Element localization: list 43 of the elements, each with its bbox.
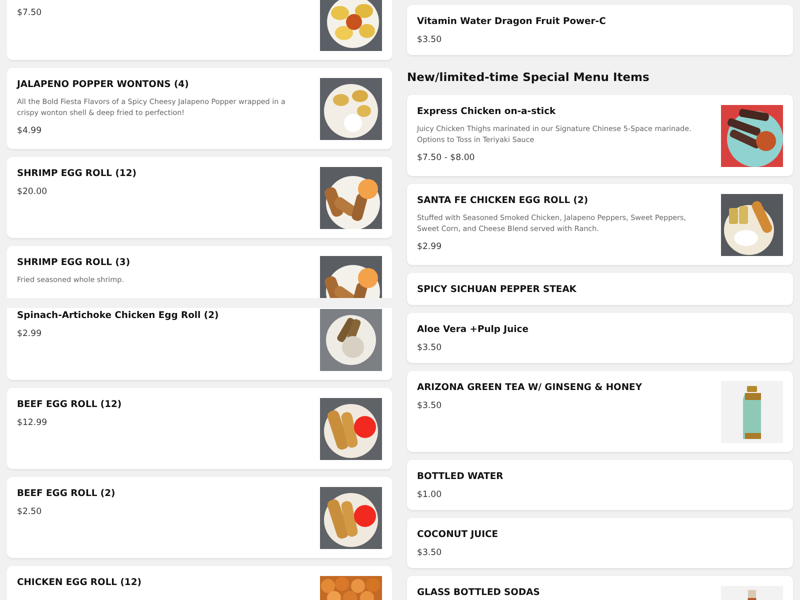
menu-card[interactable]: Spinach-Artichoke Chicken Egg Roll (2) $2.99: [7, 308, 392, 380]
item-price: $2.99: [417, 241, 443, 253]
item-name: SANTA FE CHICKEN EGG ROLL (2): [417, 195, 590, 207]
section-heading: New/limited-time Special Menu Items: [407, 69, 650, 85]
item-price: $3.50: [417, 34, 443, 46]
item-name: BOTTLED WATER: [417, 471, 504, 483]
menu-card[interactable]: CHICKEN EGG ROLL (12): [7, 566, 392, 600]
item-price: $1.00: [417, 489, 443, 501]
item-name: COCONUT JUICE: [417, 529, 500, 541]
item-name: ARIZONA GREEN TEA W/ GINSENG & HONEY: [417, 382, 643, 394]
item-name: GLASS BOTTLED SODAS: [417, 587, 541, 599]
menu-card[interactable]: Vitamin Water Dragon Fruit Power-C $3.50: [407, 5, 793, 55]
item-name: Spinach-Artichoke Chicken Egg Roll (2): [17, 310, 220, 322]
item-name: CHICKEN EGG ROLL (12): [17, 577, 142, 589]
item-price: $2.50: [17, 506, 43, 518]
item-name: Express Chicken on-a-stick: [417, 106, 557, 118]
item-price: $7.50 - $8.00: [417, 152, 476, 164]
item-price: $7.50: [17, 7, 43, 19]
item-price: $20.00: [17, 186, 48, 198]
item-price: $3.50: [417, 547, 443, 559]
menu-card[interactable]: SHRIMP EGG ROLL (12) $20.00: [7, 157, 392, 238]
item-name: Vitamin Water Dragon Fruit Power-C: [417, 16, 607, 28]
menu-card[interactable]: BEEF EGG ROLL (2) $2.50: [7, 477, 392, 558]
item-name: SPICY SICHUAN PEPPER STEAK: [417, 284, 578, 296]
item-price: $2.99: [17, 328, 43, 340]
menu-card[interactable]: BOTTLED WATER $1.00: [407, 460, 793, 510]
menu-card[interactable]: Aloe Vera +Pulp Juice $3.50: [407, 313, 793, 363]
menu-card[interactable]: GLASS BOTTLED SODAS: [407, 576, 793, 600]
item-price: $12.99: [17, 417, 48, 429]
menu-card[interactable]: BEEF EGG ROLL (12) $12.99: [7, 388, 392, 469]
menu-card[interactable]: $7.50: [7, 0, 392, 60]
item-name: Aloe Vera +Pulp Juice: [417, 324, 530, 336]
menu-card[interactable]: ARIZONA GREEN TEA W/ GINSENG & HONEY $3.50: [407, 371, 793, 452]
item-name: SHRIMP EGG ROLL (3): [17, 257, 132, 269]
item-price: $3.50: [417, 342, 443, 354]
item-price: $3.50: [417, 400, 443, 412]
menu-card[interactable]: SPICY SICHUAN PEPPER STEAK: [407, 273, 793, 305]
item-price: $4.99: [17, 125, 43, 137]
item-name: BEEF EGG ROLL (2): [17, 488, 116, 500]
item-name: JALAPENO POPPER WONTONS (4): [17, 79, 190, 91]
menu-card[interactable]: COCONUT JUICE $3.50: [407, 518, 793, 568]
item-name: SHRIMP EGG ROLL (12): [17, 168, 138, 180]
item-name: BEEF EGG ROLL (12): [17, 399, 123, 411]
